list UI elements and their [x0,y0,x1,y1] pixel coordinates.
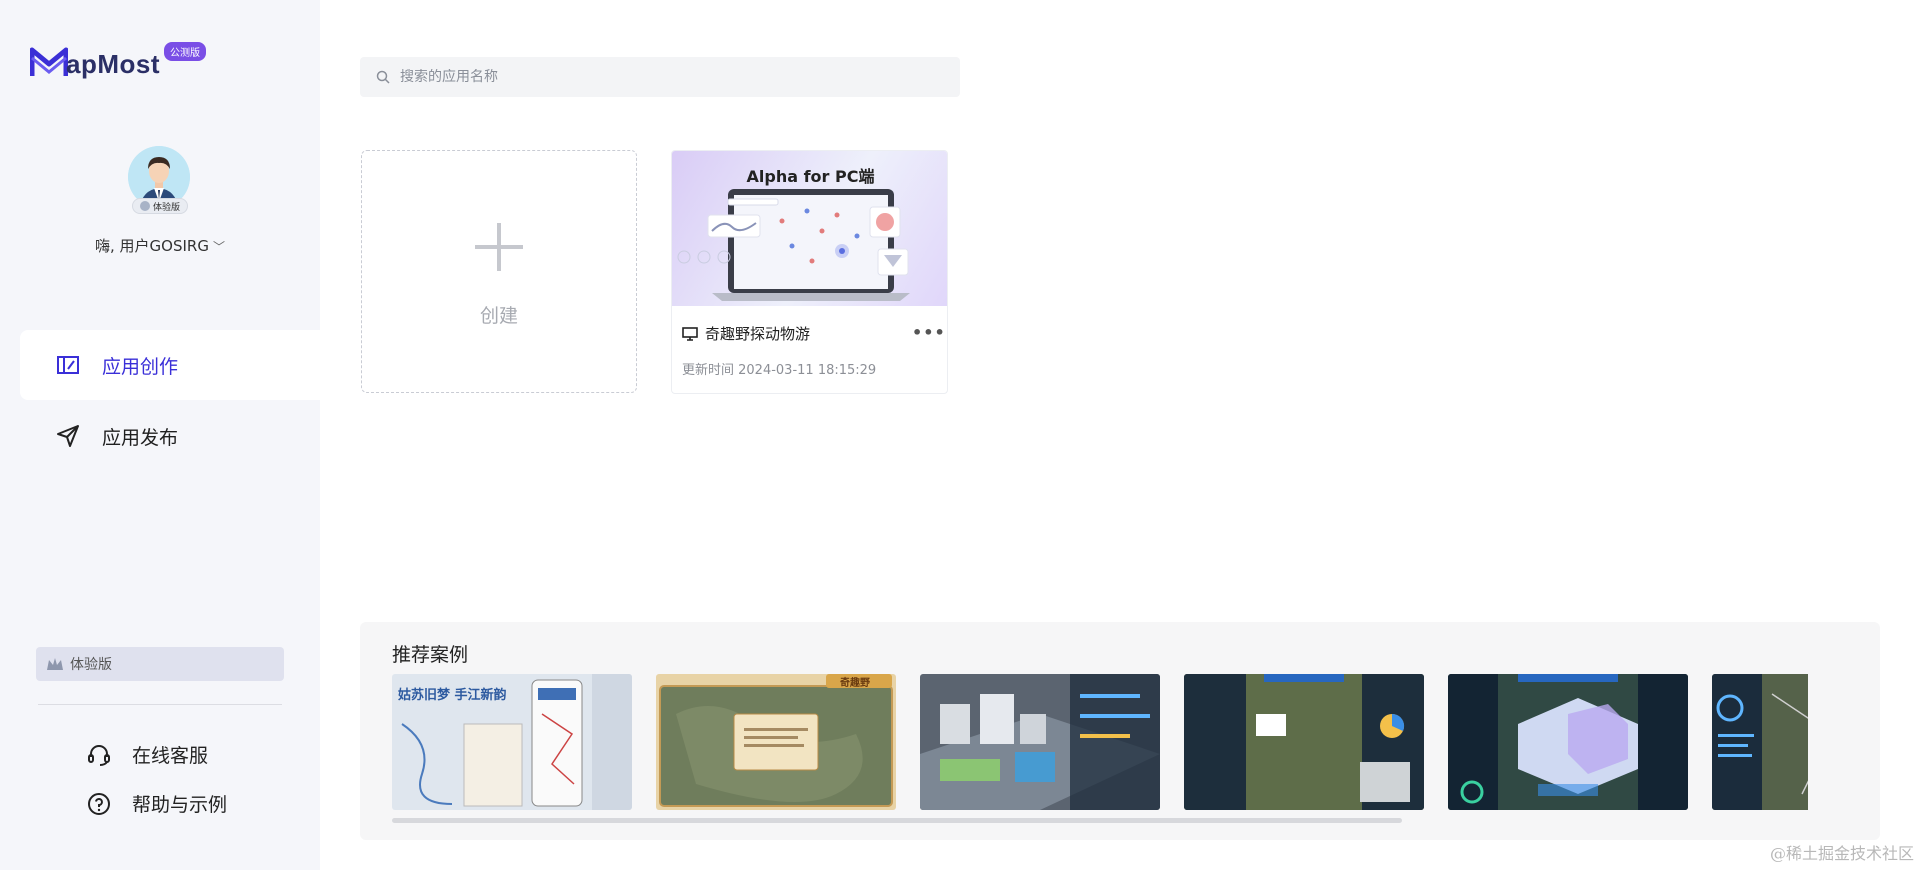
trial-plan-banner[interactable]: 体验版 [36,647,284,681]
beta-badge: 公测版 [164,42,206,61]
app-root: apMost 公测版 体验版 嗨, 用户GOSIRG ﹀ 应用创作 应用发布 体… [0,0,1920,870]
case-thumbnail [1184,674,1424,810]
app-updated-time: 更新时间 2024-03-11 18:15:29 [682,363,877,378]
case-thumbnail [1448,674,1688,810]
case-card-building-bim[interactable] [1448,674,1688,810]
sidebar: apMost 公测版 体验版 嗨, 用户GOSIRG ﹀ 应用创作 应用发布 体… [0,0,320,870]
mapmost-logo[interactable]: apMost 公测版 [30,42,206,80]
greeting-text: 嗨, 用户GOSIRG [95,237,209,255]
send-icon [54,422,82,450]
case-card-city-3d[interactable] [920,674,1160,810]
app-name-row: 奇趣野探动物游 [682,323,810,344]
carousel-scrollbar[interactable] [392,818,1402,823]
case-card-satellite-dashboard[interactable] [1184,674,1424,810]
case-title: 奇趣野 [840,678,870,689]
create-label: 创建 [479,305,518,327]
case-card-city-overview[interactable] [1712,674,1808,810]
shield-icon [139,201,150,211]
case-thumbnail [656,674,896,810]
user-avatar[interactable]: 体验版 [128,146,192,214]
laptop-illustration-icon [677,189,910,301]
nav-item-app-create[interactable]: 应用创作 [20,330,320,400]
help-examples-link[interactable]: 帮助与示例 [86,790,227,817]
monitor-icon [682,326,698,341]
logo-text: apMost [66,49,160,79]
plan-tag-label: 体验版 [152,202,180,213]
trial-label: 体验版 [70,657,112,673]
chevron-down-icon: ﹀ [212,240,225,254]
headset-icon [86,742,112,768]
edit-box-icon [54,351,82,379]
search-input[interactable] [400,69,940,85]
case-card-gusu[interactable]: 姑苏旧梦 手江新韵 [392,674,632,810]
app-thumbnail: Alpha for PC端 [672,151,947,306]
case-thumbnail [1712,674,1808,810]
nav-item-app-publish[interactable]: 应用发布 [20,401,320,471]
sidebar-divider [38,704,282,705]
more-options-icon[interactable]: ••• [912,323,946,342]
user-greeting[interactable]: 嗨, 用户GOSIRG ﹀ [0,235,320,256]
case-thumbnail [920,674,1160,810]
crown-icon [47,658,63,670]
app-name: 奇趣野探动物游 [705,325,811,343]
create-app-card[interactable]: 创建 [361,150,637,393]
recommended-carousel[interactable]: 姑苏旧梦 手江新韵 奇趣野 [392,674,1808,810]
footer-label: 在线客服 [132,745,209,767]
case-card-wildlife-map[interactable]: 奇趣野 [656,674,896,810]
recommended-title: 推荐案例 [392,644,469,666]
plus-icon [475,223,523,271]
footer-label: 帮助与示例 [132,794,228,816]
help-circle-icon [86,791,112,817]
logo-m-icon [30,47,68,76]
app-card[interactable]: Alpha for PC端 奇趣野探动物游 ••• 更新时间 2024-03-1… [671,150,948,394]
nav-label: 应用创作 [102,355,179,378]
recommended-cases-panel: 推荐案例 姑苏旧梦 手江新韵 奇趣野 [360,622,1880,840]
case-title: 姑苏旧梦 手江新韵 [398,688,507,703]
app-search-bar[interactable] [360,57,960,97]
watermark-text: @稀土掘金技术社区 [1769,844,1914,863]
search-icon [376,70,390,84]
online-support-link[interactable]: 在线客服 [86,741,208,768]
plan-tag: 体验版 [132,198,188,214]
nav-label: 应用发布 [102,426,179,449]
